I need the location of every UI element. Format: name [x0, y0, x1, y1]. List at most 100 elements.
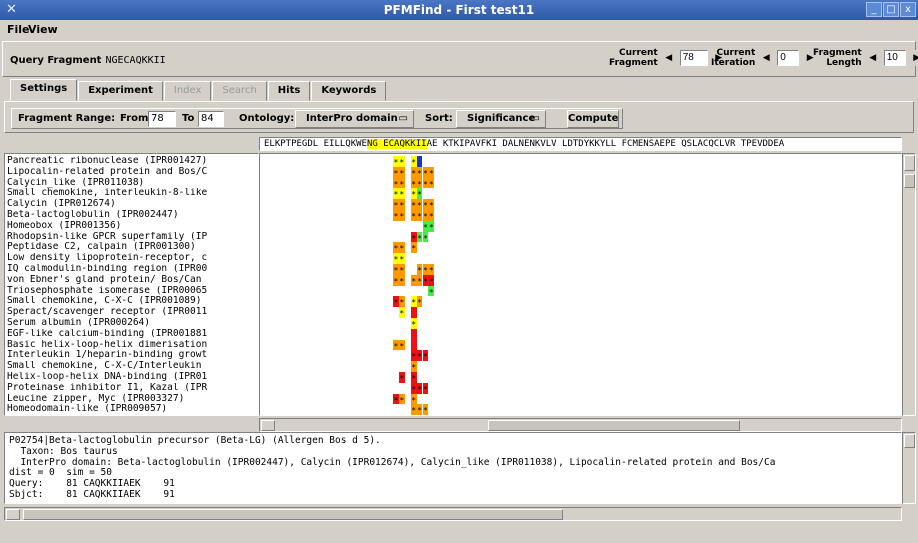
- sort-dropdown[interactable]: Significance ▭: [456, 110, 546, 128]
- grid-vscroll-thumb[interactable]: [904, 174, 915, 188]
- match-cell: *: [398, 188, 405, 200]
- match-cell: *: [410, 318, 417, 329]
- hit-detail-text: P02754|Beta-lactoglobulin precursor (Bet…: [4, 432, 902, 504]
- match-row[interactable]: * * *: [260, 242, 901, 253]
- from-input[interactable]: 78: [148, 111, 176, 127]
- current-iteration-input[interactable]: 0: [777, 50, 800, 66]
- keyword-item[interactable]: Lipocalin-related protein and Bos/C: [5, 167, 258, 178]
- match-cell: *: [423, 415, 429, 416]
- keyword-item[interactable]: IQ calmodulin-binding region (IPR00: [5, 264, 258, 275]
- menu-file[interactable]: File: [7, 23, 30, 36]
- scroll-up-arrow-icon[interactable]: [904, 434, 915, 448]
- scroll-left-arrow-icon[interactable]: [6, 509, 20, 520]
- scroll-up-arrow-icon[interactable]: [904, 155, 915, 171]
- keyword-item[interactable]: Small chemokine, interleukin-8-like: [5, 188, 258, 199]
- match-row[interactable]: * * * *: [260, 188, 901, 200]
- keyword-item[interactable]: Speract/scavenger receptor (IPR0011: [5, 307, 258, 318]
- current-fragment-input[interactable]: 78: [679, 50, 708, 66]
- match-cell: *: [428, 177, 435, 189]
- match-row[interactable]: *: [260, 318, 901, 329]
- match-row[interactable]: **: [260, 253, 901, 264]
- keyword-item[interactable]: Small chemokine, C-X-C/Interleukin: [5, 361, 258, 372]
- to-label: To: [182, 113, 195, 124]
- match-row[interactable]: * * * * * *: [260, 274, 901, 286]
- grid-hscrollbar[interactable]: [259, 418, 902, 432]
- match-row[interactable]: **: [260, 372, 901, 383]
- query-fragment-value: NGECAQKKII: [105, 55, 166, 66]
- grid-hscroll-thumb[interactable]: [488, 420, 740, 431]
- scroll-left-arrow-icon[interactable]: [261, 420, 275, 431]
- match-row[interactable]: *: [260, 361, 901, 373]
- compute-button[interactable]: Compute: [567, 110, 619, 128]
- match-row[interactable]: * * * *: [260, 296, 901, 308]
- match-row[interactable]: *: [260, 307, 901, 318]
- keyword-item[interactable]: Helix-loop-helix DNA-binding (IPR01: [5, 372, 258, 383]
- length-prev-button[interactable]: ◀: [864, 50, 881, 66]
- keyword-item[interactable]: von Ebner's gland protein/ Bos/Can: [5, 275, 258, 286]
- keyword-item[interactable]: Homeodomain-like (IPR009057): [5, 404, 258, 415]
- keyword-item[interactable]: Peptidase C2, calpain (IPR001300): [5, 242, 258, 253]
- match-cell: *: [398, 296, 405, 308]
- keyword-item[interactable]: Calycin_like (IPR011038): [5, 178, 258, 189]
- length-next-button[interactable]: ▶: [908, 50, 918, 66]
- options-box: Fragment Range: From 78 To 84 Ontology: …: [11, 108, 623, 129]
- dropdown-icon: ▭: [530, 113, 540, 124]
- match-row[interactable]: **: [260, 220, 901, 232]
- match-row[interactable]: * * *: [260, 350, 901, 361]
- keyword-item[interactable]: Beta-lactoglobulin (IPR002447): [5, 210, 258, 221]
- fragment-length-label: Fragment Length: [813, 48, 862, 68]
- match-row[interactable]: * * * * * *: [260, 166, 901, 178]
- keyword-item[interactable]: Basic helix-loop-helix dimerisation: [5, 340, 258, 351]
- options-panel: Fragment Range: From 78 To 84 Ontology: …: [4, 101, 914, 133]
- detail-hscroll-thumb[interactable]: [23, 509, 563, 520]
- keyword-item[interactable]: Triosephosphate isomerase (IPR00065: [5, 286, 258, 297]
- menu-view[interactable]: View: [28, 23, 58, 36]
- match-row[interactable]: * * * * *: [260, 264, 901, 275]
- fragment-length-input[interactable]: 10: [883, 50, 906, 66]
- match-row[interactable]: **: [260, 415, 902, 416]
- match-row[interactable]: * * * * * *: [260, 199, 901, 210]
- detail-vscrollbar[interactable]: [902, 432, 916, 504]
- match-row[interactable]: * * *: [260, 393, 901, 405]
- keyword-item[interactable]: Interleukin 1/heparin-binding growt: [5, 350, 258, 361]
- fragment-prev-button[interactable]: ◀: [660, 50, 677, 66]
- tab-search: Search: [212, 81, 267, 101]
- close-button[interactable]: x: [900, 2, 916, 17]
- match-row[interactable]: * * * * * *: [260, 210, 901, 221]
- match-cell: *: [398, 156, 405, 167]
- tab-experiment[interactable]: Experiment: [78, 81, 163, 101]
- tab-keywords[interactable]: Keywords: [311, 81, 387, 101]
- match-row[interactable]: [260, 328, 901, 340]
- keyword-item[interactable]: Leucine zipper, Myc (IPR003327): [5, 394, 258, 405]
- match-row[interactable]: * * *: [260, 156, 901, 167]
- grid-vscrollbar[interactable]: [902, 153, 916, 416]
- match-row[interactable]: * * * * * *: [260, 177, 901, 189]
- iteration-prev-button[interactable]: ◀: [758, 50, 775, 66]
- tab-settings[interactable]: Settings: [10, 79, 78, 101]
- keyword-item[interactable]: Calycin (IPR012674): [5, 199, 258, 210]
- tab-hits[interactable]: Hits: [267, 81, 311, 101]
- match-row[interactable]: *: [260, 285, 901, 297]
- to-input[interactable]: 84: [198, 111, 224, 127]
- match-row[interactable]: * * *: [260, 382, 901, 394]
- detail-hscrollbar[interactable]: [4, 507, 902, 521]
- maximize-button[interactable]: □: [883, 2, 899, 17]
- keyword-item[interactable]: Rhodopsin-like GPCR superfamily (IP: [5, 232, 258, 243]
- match-cell: *: [410, 361, 417, 373]
- current-iteration-control: Current Iteration ◀ 0 ▶: [711, 48, 819, 68]
- match-cell: *: [428, 285, 435, 297]
- ontology-value: InterPro domain: [306, 113, 398, 124]
- ontology-dropdown[interactable]: InterPro domain ▭: [295, 110, 414, 128]
- keyword-item[interactable]: Pancreatic ribonuclease (IPR001427): [5, 156, 258, 167]
- match-row[interactable]: * * *: [260, 231, 901, 243]
- match-row[interactable]: * * *: [260, 404, 901, 415]
- match-cell: *: [398, 339, 405, 351]
- keyword-item[interactable]: Proteinase inhibitor I1, Kazal (IPR: [5, 383, 258, 394]
- keyword-item[interactable]: Serum albumin (IPR000264): [5, 318, 258, 329]
- keyword-item[interactable]: Small chemokine, C-X-C (IPR001089): [5, 296, 258, 307]
- keyword-item[interactable]: Homeobox (IPR001356): [5, 221, 258, 232]
- keyword-item[interactable]: EGF-like calcium-binding (IPR001881: [5, 329, 258, 340]
- match-row[interactable]: **: [260, 339, 901, 351]
- minimize-button[interactable]: _: [866, 2, 882, 17]
- keyword-item[interactable]: Low density lipoprotein-receptor, c: [5, 253, 258, 264]
